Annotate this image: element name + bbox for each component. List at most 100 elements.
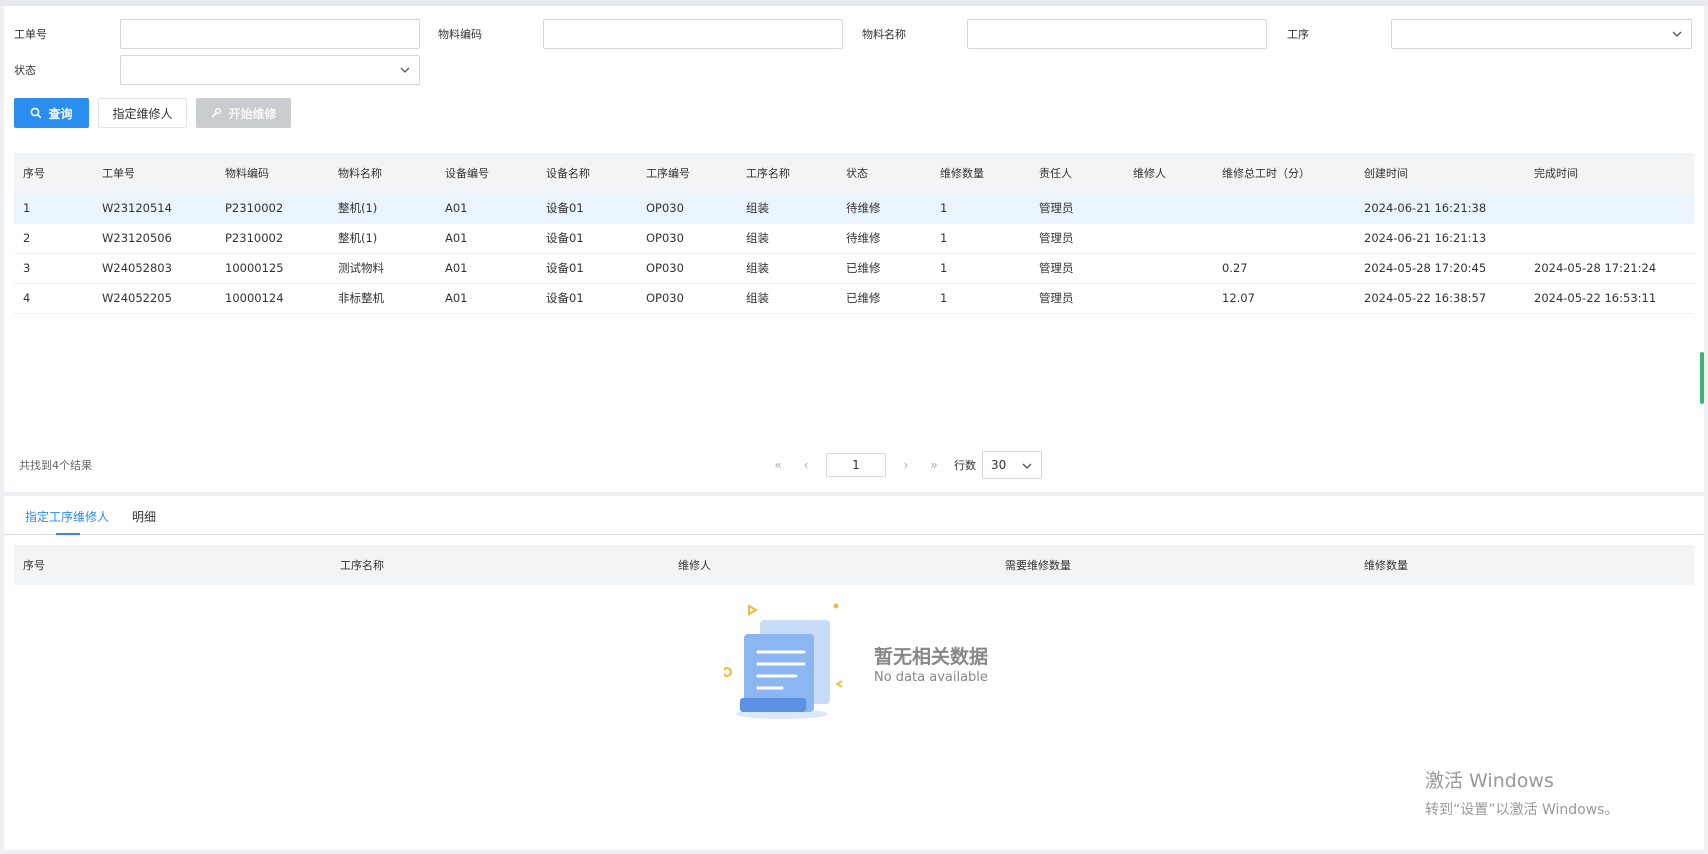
- process-label: 工序: [1287, 28, 1309, 41]
- cell-created: 2024-06-21 16:21:38: [1355, 193, 1525, 224]
- cell-finished: 2024-05-28 17:21:24: [1525, 253, 1694, 284]
- col-header-created[interactable]: 创建时间: [1355, 153, 1525, 193]
- cell-order-no: W24052803: [93, 253, 216, 284]
- detail-col-required-qty[interactable]: 需要维修数量: [996, 545, 1355, 585]
- cell-order-no: W23120506: [93, 223, 216, 254]
- tab-assign-process-repairer[interactable]: 指定工序维修人: [25, 508, 109, 525]
- cell-material-name: 整机(1): [329, 223, 436, 254]
- page-size-select[interactable]: 30: [982, 451, 1042, 479]
- detail-col-seq[interactable]: 序号: [14, 545, 331, 585]
- col-header-process-code[interactable]: 工序编号: [637, 153, 737, 193]
- cell-material-code: 10000124: [216, 283, 329, 314]
- result-count: 共找到4个结果: [19, 459, 92, 472]
- cell-seq: 3: [14, 253, 93, 284]
- col-header-status[interactable]: 状态: [837, 153, 931, 193]
- cell-owner: 管理员: [1030, 253, 1124, 284]
- detail-col-repair-qty[interactable]: 维修数量: [1355, 545, 1694, 585]
- repair-table: 序号 工单号 物料编码 物料名称 设备编号 设备名称 工序编号 工序名称 状态 …: [14, 153, 1694, 314]
- material-code-input[interactable]: [543, 19, 843, 49]
- col-header-material-code[interactable]: 物料编码: [216, 153, 329, 193]
- col-header-device-name[interactable]: 设备名称: [537, 153, 637, 193]
- col-header-owner[interactable]: 责任人: [1030, 153, 1124, 193]
- empty-title: 暂无相关数据: [874, 646, 989, 668]
- prev-page-icon[interactable]: ‹: [792, 452, 820, 478]
- watermark-title: 激活 Windows: [1425, 770, 1554, 792]
- cell-process-name: 组装: [737, 223, 837, 254]
- tab-details[interactable]: 明细: [132, 508, 156, 525]
- cell-material-code: P2310002: [216, 193, 329, 224]
- process-select[interactable]: [1391, 19, 1692, 49]
- start-repair-button[interactable]: 开始维修: [196, 98, 291, 128]
- cell-material-name: 非标整机: [329, 283, 436, 314]
- filter-panel: 工单号 物料编码 物料名称 工序 状态 查询 指定维修人 开始维修: [4, 6, 1704, 139]
- table-row[interactable]: 4 W24052205 10000124 非标整机 A01 设备01 OP030…: [14, 283, 1694, 314]
- cell-owner: 管理员: [1030, 283, 1124, 314]
- empty-document-icon: [722, 603, 843, 719]
- col-header-process-name[interactable]: 工序名称: [737, 153, 837, 193]
- chevron-down-icon: [1672, 31, 1682, 37]
- last-page-icon[interactable]: »: [920, 452, 948, 478]
- detail-header-row: 序号 工序名称 维修人 需要维修数量 维修数量: [14, 545, 1694, 585]
- cell-order-no: W23120514: [93, 193, 216, 224]
- cell-process-name: 组装: [737, 283, 837, 314]
- page-number-input[interactable]: 1: [826, 453, 886, 477]
- col-header-total-hours[interactable]: 维修总工时（分）: [1213, 153, 1355, 193]
- detail-tabs: 指定工序维修人 明细: [4, 496, 1704, 535]
- cell-repair-qty: 1: [931, 193, 1030, 224]
- col-header-repair-qty[interactable]: 维修数量: [931, 153, 1030, 193]
- rows-label: 行数: [954, 459, 976, 472]
- empty-subtitle: No data available: [874, 670, 988, 685]
- material-name-input[interactable]: [967, 19, 1267, 49]
- status-select[interactable]: [120, 55, 420, 85]
- empty-state: 暂无相关数据 No data available: [722, 600, 1054, 730]
- cell-device-name: 设备01: [537, 253, 637, 284]
- chevron-down-icon: [400, 67, 410, 73]
- cell-process-code: OP030: [637, 253, 737, 284]
- col-header-repairer[interactable]: 维修人: [1124, 153, 1213, 193]
- page-size-value: 30: [991, 458, 1007, 472]
- order-no-input[interactable]: [120, 19, 420, 49]
- cell-process-name: 组装: [737, 193, 837, 224]
- col-header-device-code[interactable]: 设备编号: [436, 153, 537, 193]
- status-label: 状态: [14, 64, 36, 77]
- first-page-icon[interactable]: «: [764, 452, 792, 478]
- cell-repairer: [1124, 283, 1213, 314]
- cell-status: 待维修: [837, 193, 931, 224]
- cell-status: 待维修: [837, 223, 931, 254]
- col-header-seq[interactable]: 序号: [14, 153, 93, 193]
- cell-repair-qty: 1: [931, 223, 1030, 254]
- cell-repairer: [1124, 193, 1213, 224]
- pagination: « ‹ 1 › » 行数 30: [764, 451, 1042, 479]
- material-name-label: 物料名称: [862, 28, 906, 41]
- cell-repair-qty: 1: [931, 283, 1030, 314]
- cell-total-hours: [1213, 193, 1355, 224]
- table-row[interactable]: 2 W23120506 P2310002 整机(1) A01 设备01 OP03…: [14, 223, 1694, 254]
- assign-repairer-label: 指定维修人: [112, 106, 173, 121]
- query-button-label: 查询: [48, 106, 73, 121]
- detail-col-repairer[interactable]: 维修人: [669, 545, 996, 585]
- table-row[interactable]: 1 W23120514 P2310002 整机(1) A01 设备01 OP03…: [14, 193, 1694, 224]
- cell-process-code: OP030: [637, 223, 737, 254]
- col-header-material-name[interactable]: 物料名称: [329, 153, 436, 193]
- detail-col-process-name[interactable]: 工序名称: [331, 545, 669, 585]
- query-button[interactable]: 查询: [14, 98, 89, 128]
- cell-total-hours: [1213, 223, 1355, 254]
- cell-process-name: 组装: [737, 253, 837, 284]
- table-row[interactable]: 3 W24052803 10000125 测试物料 A01 设备01 OP030…: [14, 253, 1694, 284]
- cell-finished: 2024-05-22 16:53:11: [1525, 283, 1694, 314]
- cell-process-code: OP030: [637, 193, 737, 224]
- start-repair-label: 开始维修: [228, 106, 277, 121]
- col-header-finished[interactable]: 完成时间: [1525, 153, 1694, 193]
- cell-owner: 管理员: [1030, 193, 1124, 224]
- side-scroll-handle[interactable]: [1700, 352, 1704, 404]
- cell-finished: [1525, 193, 1694, 224]
- cell-created: 2024-05-22 16:38:57: [1355, 283, 1525, 314]
- cell-device-code: A01: [436, 253, 537, 284]
- col-header-order-no[interactable]: 工单号: [93, 153, 216, 193]
- cell-process-code: OP030: [637, 283, 737, 314]
- cell-repairer: [1124, 223, 1213, 254]
- cell-finished: [1525, 223, 1694, 254]
- next-page-icon[interactable]: ›: [892, 452, 920, 478]
- assign-repairer-button[interactable]: 指定维修人: [98, 98, 187, 128]
- cell-order-no: W24052205: [93, 283, 216, 314]
